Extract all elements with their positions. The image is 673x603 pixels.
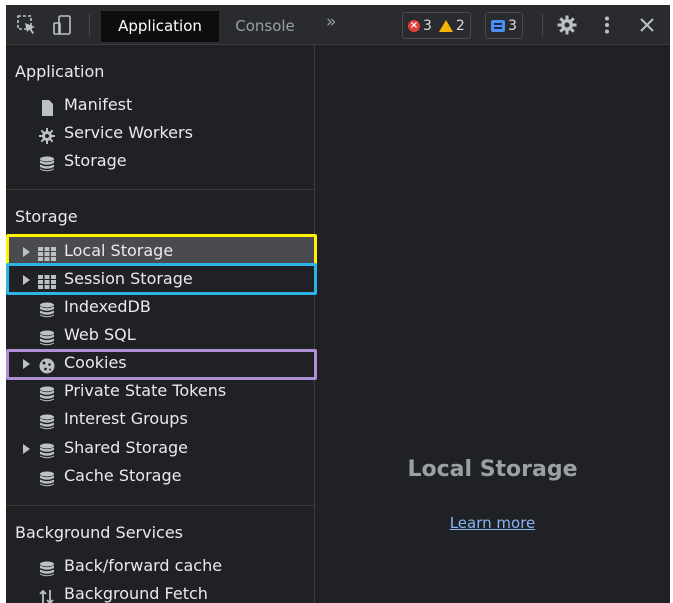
sidebar-item-label: Service Workers xyxy=(64,123,193,142)
devtools-window: Application Console » 3 2 3 Application … xyxy=(6,5,670,603)
sidebar-item-background-fetch[interactable]: Background Fetch xyxy=(6,580,315,603)
learn-more-link[interactable]: Learn more xyxy=(315,514,670,532)
highlight-box-session-storage xyxy=(6,263,317,295)
sidebar-item-label: IndexedDB xyxy=(64,297,151,316)
message-icon xyxy=(491,19,505,32)
sidebar-item-web-sql[interactable]: Web SQL xyxy=(6,321,315,349)
inspect-element-icon[interactable] xyxy=(16,14,38,36)
messages-badge[interactable]: 3 xyxy=(485,12,523,39)
sidebar-item-label: Interest Groups xyxy=(64,409,188,428)
devtools-toolbar: Application Console » 3 2 3 xyxy=(6,5,670,45)
error-count: 3 xyxy=(423,17,432,34)
sidebar-item-label: Shared Storage xyxy=(64,438,189,457)
gear-icon xyxy=(38,125,56,144)
section-title-background-services: Background Services xyxy=(15,523,184,542)
sidebar-item-label: Web SQL xyxy=(64,325,136,344)
section-title-storage: Storage xyxy=(15,207,78,226)
error-icon xyxy=(408,19,420,32)
sidebar-item-label: Background Fetch xyxy=(64,584,208,603)
sidebar-item-label: Storage xyxy=(64,151,127,170)
database-icon xyxy=(38,153,56,172)
database-icon xyxy=(38,440,56,459)
database-icon xyxy=(38,411,56,430)
warning-count: 2 xyxy=(455,17,465,34)
toolbar-divider xyxy=(542,14,543,36)
sidebar-item-label: Cache Storage xyxy=(64,466,182,485)
message-count: 3 xyxy=(508,17,517,34)
sidebar-item-indexeddb[interactable]: IndexedDB xyxy=(6,293,315,321)
section-divider xyxy=(6,189,315,190)
database-icon xyxy=(38,383,56,402)
settings-gear-icon[interactable] xyxy=(556,14,578,36)
document-icon xyxy=(38,97,56,116)
more-tabs-button[interactable]: » xyxy=(326,12,336,32)
sidebar-item-storage[interactable]: Storage xyxy=(6,147,315,175)
up-down-arrows-icon xyxy=(38,586,56,603)
tab-console[interactable]: Console xyxy=(221,11,309,42)
expand-arrow-icon[interactable] xyxy=(23,444,30,454)
sidebar-item-shared-storage[interactable]: Shared Storage xyxy=(6,434,315,462)
close-icon[interactable] xyxy=(636,14,658,36)
sidebar-item-label: Manifest xyxy=(64,95,133,114)
application-sidebar: Application Manifest Service Workers Sto… xyxy=(6,45,317,603)
sidebar-item-label: Back/forward cache xyxy=(64,556,223,575)
sidebar-item-interest-groups[interactable]: Interest Groups xyxy=(6,405,315,433)
sidebar-item-manifest[interactable]: Manifest xyxy=(6,91,315,119)
warning-icon xyxy=(438,19,453,32)
kebab-menu-icon[interactable] xyxy=(596,14,618,36)
sidebar-item-service-workers[interactable]: Service Workers xyxy=(6,119,315,147)
section-title-application: Application xyxy=(15,62,105,81)
device-toggle-icon[interactable] xyxy=(51,14,73,36)
sidebar-item-cache-storage[interactable]: Cache Storage xyxy=(6,462,315,490)
database-icon xyxy=(38,558,56,577)
database-icon xyxy=(38,327,56,346)
tab-application[interactable]: Application xyxy=(101,11,219,42)
sidebar-item-label: Private State Tokens xyxy=(64,381,227,400)
toolbar-divider xyxy=(89,14,90,36)
highlight-box-local-storage xyxy=(6,234,317,266)
section-divider xyxy=(6,505,315,506)
sidebar-item-private-state-tokens[interactable]: Private State Tokens xyxy=(6,377,315,405)
highlight-box-cookies xyxy=(6,349,317,380)
main-panel-title: Local Storage xyxy=(407,457,578,482)
database-icon xyxy=(38,299,56,318)
errors-warnings-badge[interactable]: 3 2 xyxy=(402,12,471,39)
database-icon xyxy=(38,468,56,487)
sidebar-item-back-forward-cache[interactable]: Back/forward cache xyxy=(6,552,315,580)
